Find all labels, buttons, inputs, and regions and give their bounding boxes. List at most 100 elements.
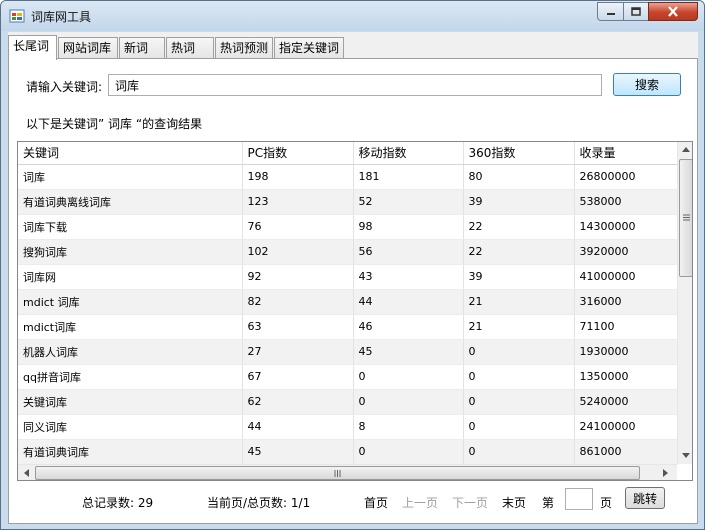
horizontal-scrollbar[interactable] [18, 464, 677, 480]
tab-new-words[interactable]: 新词 [119, 37, 165, 59]
cell-index-count: 861000 [574, 439, 678, 465]
scroll-left-icon[interactable] [23, 469, 29, 477]
total-records: 总记录数: 29 [82, 496, 154, 510]
cell-keyword: 同义词库 [18, 414, 243, 440]
cell-index-count: 14300000 [574, 214, 678, 240]
page-prefix: 第 [542, 496, 555, 510]
tab-hot-forecast[interactable]: 热词预测 [215, 37, 273, 59]
cell-mobile-index: 43 [353, 264, 464, 290]
main-window: 词库网工具 长尾词 网站词库 新词 热词 热词预测 指定关键词 请输入关键词: … [0, 0, 705, 530]
table-row[interactable]: 有道词典离线词库 123 52 39 538000 [18, 189, 678, 215]
cell-360-index: 0 [463, 389, 575, 415]
table-row[interactable]: 关键词库 62 0 0 5240000 [18, 389, 678, 415]
cell-360-index: 0 [463, 439, 575, 465]
table-row[interactable]: 词库 198 181 80 26800000 [18, 164, 678, 190]
cell-pc-index: 27 [242, 339, 354, 365]
keyword-label: 请输入关键词: [26, 80, 103, 94]
page-number-input[interactable] [565, 488, 593, 510]
grip-icon [683, 214, 690, 221]
table-row[interactable]: 同义词库 44 8 0 24100000 [18, 414, 678, 440]
cell-pc-index: 45 [242, 439, 354, 465]
cell-mobile-index: 0 [353, 389, 464, 415]
table-row[interactable]: mdict词库 63 46 21 71100 [18, 314, 678, 340]
cell-pc-index: 67 [242, 364, 354, 390]
horizontal-scroll-thumb[interactable] [35, 466, 640, 480]
cell-keyword: mdict词库 [18, 314, 243, 340]
cell-pc-index: 62 [242, 389, 354, 415]
cell-mobile-index: 45 [353, 339, 464, 365]
close-icon [668, 6, 678, 17]
cell-index-count: 3920000 [574, 239, 678, 265]
cell-pc-index: 198 [242, 164, 354, 190]
column-header-mobile-index[interactable]: 移动指数 [353, 142, 464, 165]
vertical-scroll-thumb[interactable] [679, 159, 692, 277]
cell-mobile-index: 52 [353, 189, 464, 215]
first-page-link[interactable]: 首页 [364, 494, 388, 511]
tab-site-lexicon[interactable]: 网站词库 [58, 37, 118, 59]
cell-mobile-index: 0 [353, 364, 464, 390]
cell-keyword: 机器人词库 [18, 339, 243, 365]
column-header-360-index[interactable]: 360指数 [463, 142, 575, 165]
prev-page-link[interactable]: 上一页 [402, 494, 438, 511]
next-page-link[interactable]: 下一页 [452, 494, 488, 511]
result-caption: 以下是关键词” 词库 “的查询结果 [26, 117, 203, 131]
cell-mobile-index: 8 [353, 414, 464, 440]
cell-mobile-index: 98 [353, 214, 464, 240]
window-title: 词库网工具 [31, 10, 92, 24]
cell-index-count: 538000 [574, 189, 678, 215]
scroll-right-icon[interactable] [663, 469, 669, 477]
cell-pc-index: 63 [242, 314, 354, 340]
cell-keyword: 有道词典词库 [18, 439, 243, 465]
minimize-icon [606, 12, 615, 15]
title-bar[interactable]: 词库网工具 [1, 1, 704, 31]
cell-360-index: 0 [463, 339, 575, 365]
column-header-index-count[interactable]: 收录量 [574, 142, 678, 165]
last-page-link[interactable]: 末页 [502, 494, 526, 511]
cell-keyword: 词库 [18, 164, 243, 190]
tab-specified-keyword[interactable]: 指定关键词 [274, 37, 344, 59]
maximize-button[interactable] [623, 2, 649, 21]
cell-360-index: 0 [463, 414, 575, 440]
tab-hot-words[interactable]: 热词 [166, 37, 214, 59]
table-row[interactable]: 词库下载 76 98 22 14300000 [18, 214, 678, 240]
scroll-down-icon[interactable] [682, 453, 690, 459]
cell-index-count: 41000000 [574, 264, 678, 290]
minimize-button[interactable] [597, 2, 624, 21]
app-icon [9, 9, 25, 23]
results-table: 关键词 PC指数 移动指数 360指数 收录量 词库 198 181 80 268000… [18, 142, 678, 465]
cell-keyword: 有道词典离线词库 [18, 189, 243, 215]
table-row[interactable]: 搜狗词库 102 56 22 3920000 [18, 239, 678, 265]
cell-mobile-index: 46 [353, 314, 464, 340]
cell-keyword: 词库下载 [18, 214, 243, 240]
client-area: 长尾词 网站词库 新词 热词 热词预测 指定关键词 请输入关键词: 搜索 以下是… [8, 32, 698, 524]
vertical-scrollbar[interactable] [677, 142, 692, 464]
close-button[interactable] [648, 2, 698, 21]
cell-mobile-index: 181 [353, 164, 464, 190]
cell-pc-index: 82 [242, 289, 354, 315]
cell-mobile-index: 44 [353, 289, 464, 315]
tab-page-long-tail: 请输入关键词: 搜索 以下是关键词” 词库 “的查询结果 关键词 PC指数 移动… [8, 58, 698, 524]
scroll-up-icon[interactable] [682, 146, 690, 152]
cell-index-count: 316000 [574, 289, 678, 315]
cell-keyword: 词库网 [18, 264, 243, 290]
tab-long-tail[interactable]: 长尾词 [8, 35, 57, 60]
table-row[interactable]: qq拼音词库 67 0 0 1350000 [18, 364, 678, 390]
table-row[interactable]: 机器人词库 27 45 0 1930000 [18, 339, 678, 365]
cell-360-index: 39 [463, 264, 575, 290]
table-row[interactable]: 有道词典词库 45 0 0 861000 [18, 439, 678, 465]
cell-360-index: 22 [463, 239, 575, 265]
cell-index-count: 26800000 [574, 164, 678, 190]
page-info: 当前页/总页数: 1/1 [207, 496, 311, 510]
column-header-keyword[interactable]: 关键词 [18, 142, 243, 165]
column-header-pc-index[interactable]: PC指数 [242, 142, 354, 165]
cell-pc-index: 76 [242, 214, 354, 240]
jump-button[interactable]: 跳转 [625, 487, 665, 509]
cell-360-index: 80 [463, 164, 575, 190]
cell-360-index: 21 [463, 314, 575, 340]
results-grid[interactable]: 关键词 PC指数 移动指数 360指数 收录量 词库 198 181 80 268000… [17, 141, 693, 481]
table-row[interactable]: 词库网 92 43 39 41000000 [18, 264, 678, 290]
cell-mobile-index: 56 [353, 239, 464, 265]
search-button[interactable]: 搜索 [613, 73, 681, 96]
table-row[interactable]: mdict 词库 82 44 21 316000 [18, 289, 678, 315]
keyword-input[interactable] [108, 74, 602, 96]
